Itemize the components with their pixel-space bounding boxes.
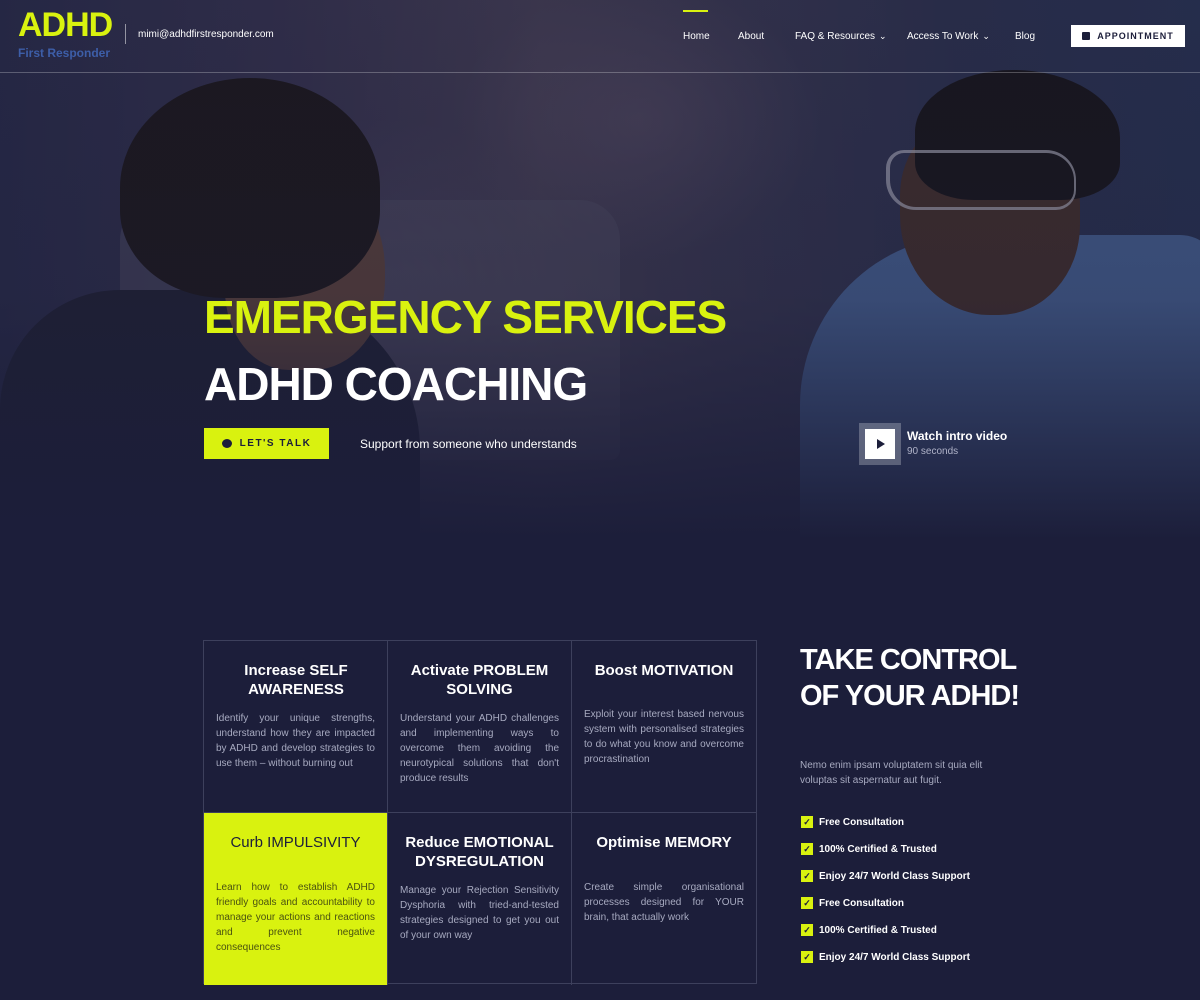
checklist-label: Free Consultation: [819, 816, 905, 828]
take-control-text: Nemo enim ipsam voluptatem sit quia elit…: [800, 760, 983, 786]
feature-text: Identify your unique strengths, understa…: [216, 713, 375, 769]
chat-bubble-icon: [221, 439, 232, 448]
hero-background-image: [0, 0, 1200, 540]
checklist-item: ✓ 100% Certified & Trusted: [801, 842, 937, 856]
nav-active-indicator: [683, 10, 708, 12]
appointment-button-label: APPOINTMENT: [1097, 31, 1174, 41]
feature-title: Activate PROBLEM SOLVING: [410, 662, 549, 698]
checklist-label: 100% Certified & Trusted: [819, 843, 937, 855]
play-icon: [877, 439, 885, 449]
checklist-item: ✓ Enjoy 24/7 World Class Support: [801, 950, 970, 964]
feature-text: Exploit your interest based nervous syst…: [584, 709, 744, 765]
feature-text: Create simple organisational processes d…: [584, 882, 744, 923]
checkbox-icon: ✓: [801, 897, 813, 909]
lets-talk-label: LET'S TALK: [239, 438, 312, 449]
site-logo[interactable]: ADHD First Responder: [18, 6, 118, 62]
nav-item-about[interactable]: About: [738, 31, 764, 42]
feature-title: Reduce EMOTIONAL DYSREGULATION: [405, 834, 554, 870]
logo-wordmark: ADHD: [18, 6, 113, 44]
header-email-link[interactable]: mimi@adhdfirstresponder.com: [138, 29, 274, 40]
checkbox-icon: ✓: [801, 843, 813, 855]
feature-text: Manage your Rejection Sensitivity Dyspho…: [400, 885, 559, 941]
site-header: ADHD First Responder mimi@adhdfirstrespo…: [0, 0, 1200, 73]
play-button-inner: [865, 429, 895, 459]
feature-title: Curb IMPULSIVITY: [230, 834, 361, 851]
checklist-label: Enjoy 24/7 World Class Support: [819, 951, 970, 963]
video-duration: 90 seconds: [907, 446, 959, 457]
lets-talk-button[interactable]: LET'S TALK: [204, 428, 329, 459]
feature-card-memory: Optimise MEMORY Create simple organisati…: [572, 813, 756, 985]
hero-title-line1: EMERGENCY SERVICES: [204, 291, 727, 343]
checkbox-icon: ✓: [801, 816, 813, 828]
take-control-title: TAKE CONTROL OF YOUR ADHD!: [800, 644, 1020, 712]
checklist-item: ✓ Enjoy 24/7 World Class Support: [801, 869, 970, 883]
nav-item-home[interactable]: Home: [683, 31, 710, 42]
feature-card-self-awareness: Increase SELF AWARENESS Identify your un…: [204, 641, 388, 813]
checklist-item: ✓ 100% Certified & Trusted: [801, 923, 937, 937]
feature-grid: Increase SELF AWARENESS Identify your un…: [203, 640, 757, 985]
checklist-label: Enjoy 24/7 World Class Support: [819, 870, 970, 882]
checklist-item: ✓ Free Consultation: [801, 896, 904, 910]
nav-item-faq-resources[interactable]: FAQ & Resources ⌄: [795, 31, 887, 42]
feature-text: Understand your ADHD challenges and impl…: [400, 713, 559, 784]
feature-card-problem-solving: Activate PROBLEM SOLVING Understand your…: [388, 641, 572, 813]
appointment-button[interactable]: APPOINTMENT: [1071, 25, 1185, 47]
checklist-label: Free Consultation: [819, 897, 905, 909]
nav-item-label: Access To Work: [907, 31, 979, 42]
nav-item-label: FAQ & Resources: [795, 31, 876, 42]
feature-title: Increase SELF AWARENESS: [244, 662, 348, 698]
feature-title: Optimise MEMORY: [596, 834, 732, 851]
chevron-down-icon: ⌄: [879, 31, 887, 41]
nav-item-label: About: [738, 31, 765, 42]
hero-overlay: [0, 0, 1200, 540]
feature-title: Boost MOTIVATION: [594, 662, 734, 679]
checkbox-icon: ✓: [801, 924, 813, 936]
chevron-down-icon: ⌄: [982, 31, 990, 41]
feature-text: Learn how to establish ADHD friendly goa…: [216, 882, 375, 953]
checkbox-icon: ✓: [801, 951, 813, 963]
hero-support-text: Support from someone who understands: [360, 437, 577, 451]
checklist-item: ✓ Free Consultation: [801, 815, 904, 829]
logo-subtext: First Responder: [18, 46, 111, 60]
checklist-label: 100% Certified & Trusted: [819, 924, 937, 936]
play-video-button[interactable]: [859, 423, 901, 465]
nav-item-label: Blog: [1015, 31, 1036, 42]
nav-item-access-to-work[interactable]: Access To Work ⌄: [907, 31, 990, 42]
checkbox-icon: ✓: [801, 870, 813, 882]
hero-title-line2: ADHD COACHING: [204, 358, 588, 410]
nav-item-label: Home: [683, 31, 710, 42]
nav-item-blog[interactable]: Blog: [1015, 31, 1035, 42]
feature-card-motivation: Boost MOTIVATION Exploit your interest b…: [572, 641, 756, 813]
header-divider: [125, 24, 126, 44]
feature-card-impulsivity: Curb IMPULSIVITY Learn how to establish …: [204, 813, 388, 985]
video-label[interactable]: Watch intro video: [907, 429, 1007, 443]
feature-card-emotional-dysregulation: Reduce EMOTIONAL DYSREGULATION Manage yo…: [388, 813, 572, 985]
calendar-icon: [1082, 32, 1091, 40]
